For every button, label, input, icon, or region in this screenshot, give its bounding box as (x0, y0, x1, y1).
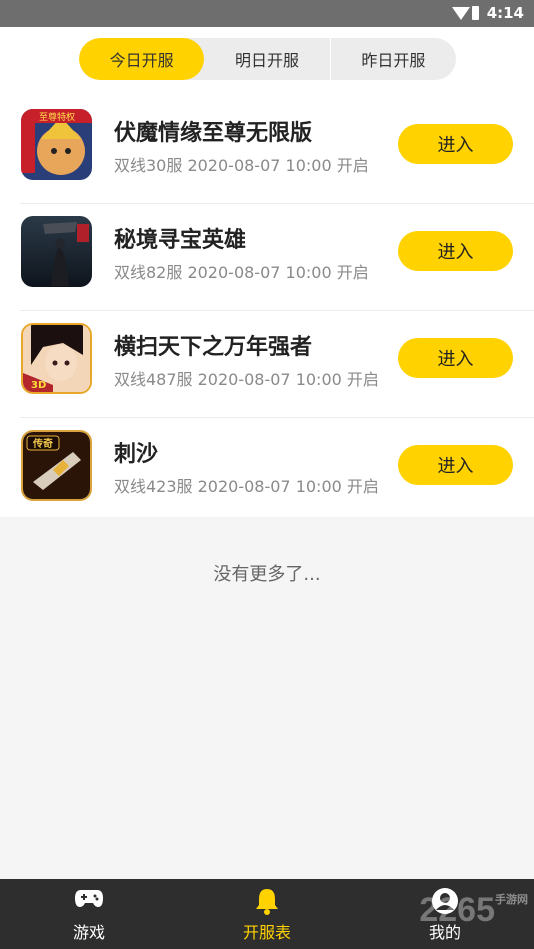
nav-item-server-schedule[interactable]: 开服表 (178, 879, 356, 949)
gamepad-icon (74, 887, 104, 913)
enter-button[interactable]: 进入 (398, 124, 513, 164)
server-info: 双线82服 2020-08-07 10:00 开启 (114, 263, 369, 282)
game-icon-mijing[interactable] (21, 216, 92, 287)
bell-icon (254, 887, 280, 919)
server-info: 双线30服 2020-08-07 10:00 开启 (114, 156, 369, 175)
game-icon-hengsao[interactable]: 3D (21, 323, 92, 394)
list-item[interactable]: 3D 横扫天下之万年强者 双线487服 2020-08-07 10:00 开启 … (0, 311, 534, 418)
tab-yesterday[interactable]: 昨日开服 (329, 38, 456, 80)
game-icon-fumo[interactable]: 至尊特权 (21, 109, 92, 180)
game-name: 刺沙 (114, 442, 159, 467)
server-info: 双线423服 2020-08-07 10:00 开启 (114, 477, 379, 496)
server-info: 双线487服 2020-08-07 10:00 开启 (114, 370, 379, 389)
enter-button[interactable]: 进入 (398, 231, 513, 271)
server-list: 至尊特权 伏魔情缘至尊无限版 双线30服 2020-08-07 10:00 开启… (0, 97, 534, 525)
watermark-logo: 2265手游网 (419, 891, 528, 929)
status-bar: 4:14 (0, 0, 534, 27)
date-tabs: 今日开服 明日开服 昨日开服 (79, 38, 456, 80)
wifi-icon (452, 7, 470, 20)
no-more-text: 没有更多了... (213, 564, 321, 585)
nav-label: 开服表 (242, 923, 291, 942)
list-item[interactable]: 至尊特权 伏魔情缘至尊无限版 双线30服 2020-08-07 10:00 开启… (0, 97, 534, 204)
nav-item-games[interactable]: 游戏 (0, 879, 178, 949)
list-item[interactable]: 传奇 刺沙 双线423服 2020-08-07 10:00 开启 进入 (0, 418, 534, 525)
game-icon-cisha[interactable]: 传奇 (21, 430, 92, 501)
battery-icon (472, 6, 479, 20)
svg-text:3D: 3D (31, 380, 46, 391)
tab-today[interactable]: 今日开服 (79, 38, 205, 80)
game-name: 秘境寻宝英雄 (114, 228, 247, 253)
status-time: 4:14 (486, 4, 524, 22)
tab-tomorrow[interactable]: 明日开服 (204, 38, 329, 80)
game-name: 横扫天下之万年强者 (114, 335, 313, 360)
bottom-nav: 游戏 开服表 我的 2265手游网 (0, 879, 534, 949)
enter-button[interactable]: 进入 (398, 338, 513, 378)
svg-text:至尊特权: 至尊特权 (39, 111, 75, 123)
server-list-panel: 今日开服 明日开服 昨日开服 至尊特权 伏魔情缘至尊无限版 双线30服 2020… (0, 27, 534, 517)
list-item[interactable]: 秘境寻宝英雄 双线82服 2020-08-07 10:00 开启 进入 (0, 204, 534, 311)
enter-button[interactable]: 进入 (398, 445, 513, 485)
game-name: 伏魔情缘至尊无限版 (114, 121, 313, 146)
svg-text:传奇: 传奇 (32, 437, 53, 450)
nav-label: 游戏 (72, 923, 105, 942)
